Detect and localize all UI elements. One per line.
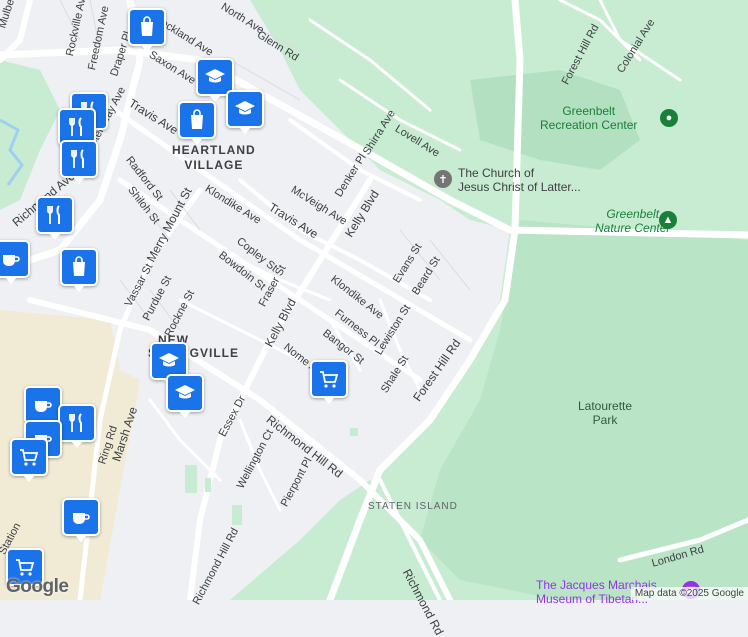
school-pin[interactable] — [226, 90, 264, 134]
grocery-pin[interactable] — [10, 438, 48, 482]
rec-line1: Greenbelt — [562, 104, 616, 118]
church-cross-icon[interactable]: ✝ — [434, 170, 452, 188]
shopping-bag-icon — [141, 16, 153, 36]
cafe-pin[interactable] — [0, 240, 30, 284]
map-attribution[interactable]: Map data ©2025 Google — [630, 587, 748, 600]
church-label[interactable]: The Church of Jesus Christ of Latter... — [458, 166, 581, 194]
shopping-pin[interactable] — [128, 8, 166, 52]
graduation-cap-icon — [159, 353, 179, 367]
shopping-bag-icon — [191, 109, 203, 129]
latourette-park-label[interactable]: Latourette Park — [578, 399, 632, 427]
greenbelt-recreation-label[interactable]: Greenbelt Recreation Center — [540, 104, 637, 132]
latourette-line2: Park — [592, 413, 618, 427]
small-park — [205, 478, 211, 492]
heartland-line2: VILLAGE — [184, 158, 244, 172]
coffee-cup-icon — [73, 513, 90, 524]
restaurant-pin[interactable] — [58, 404, 96, 448]
tree-icon[interactable]: ▲ — [659, 211, 677, 229]
rec-line2: Recreation Center — [540, 118, 638, 132]
coffee-cup-icon — [35, 401, 52, 412]
neighborhood-heartland-label: HEARTLAND VILLAGE — [172, 143, 256, 173]
fork-knife-icon — [71, 149, 84, 168]
heartland-line1: HEARTLAND — [172, 143, 256, 157]
small-park — [350, 428, 358, 436]
shopping-cart-icon — [20, 449, 39, 466]
shopping-cart-icon — [320, 371, 339, 388]
shopping-pin[interactable] — [60, 248, 98, 292]
cafe-pin[interactable] — [24, 386, 62, 430]
google-logo[interactable]: Google — [6, 576, 69, 598]
neighborhood-staten-island-label: STATEN ISLAND — [368, 501, 458, 512]
graduation-cap-icon — [235, 101, 255, 115]
church-line2: Jesus Christ of Latter... — [458, 180, 581, 194]
shopping-bag-icon — [73, 256, 85, 276]
fork-knife-icon — [69, 413, 82, 432]
coffee-cup-icon — [3, 255, 20, 266]
recreation-center-icon[interactable]: ● — [660, 109, 678, 127]
church-line1: The Church of — [458, 166, 535, 180]
google-logo-text: Google — [6, 576, 69, 597]
graduation-cap-icon — [205, 69, 225, 83]
fork-knife-icon — [69, 117, 82, 136]
latourette-line1: Latourette — [578, 399, 633, 413]
restaurant-pin[interactable] — [60, 140, 98, 184]
grocery-pin[interactable] — [310, 360, 348, 404]
restaurant-pin[interactable] — [36, 196, 74, 240]
small-park — [185, 465, 197, 493]
school-pin[interactable] — [166, 374, 204, 418]
graduation-cap-icon — [175, 385, 195, 399]
fork-knife-icon — [47, 205, 60, 224]
shopping-pin[interactable] — [178, 101, 216, 145]
small-park — [232, 505, 242, 525]
cafe-pin[interactable] — [62, 498, 100, 542]
